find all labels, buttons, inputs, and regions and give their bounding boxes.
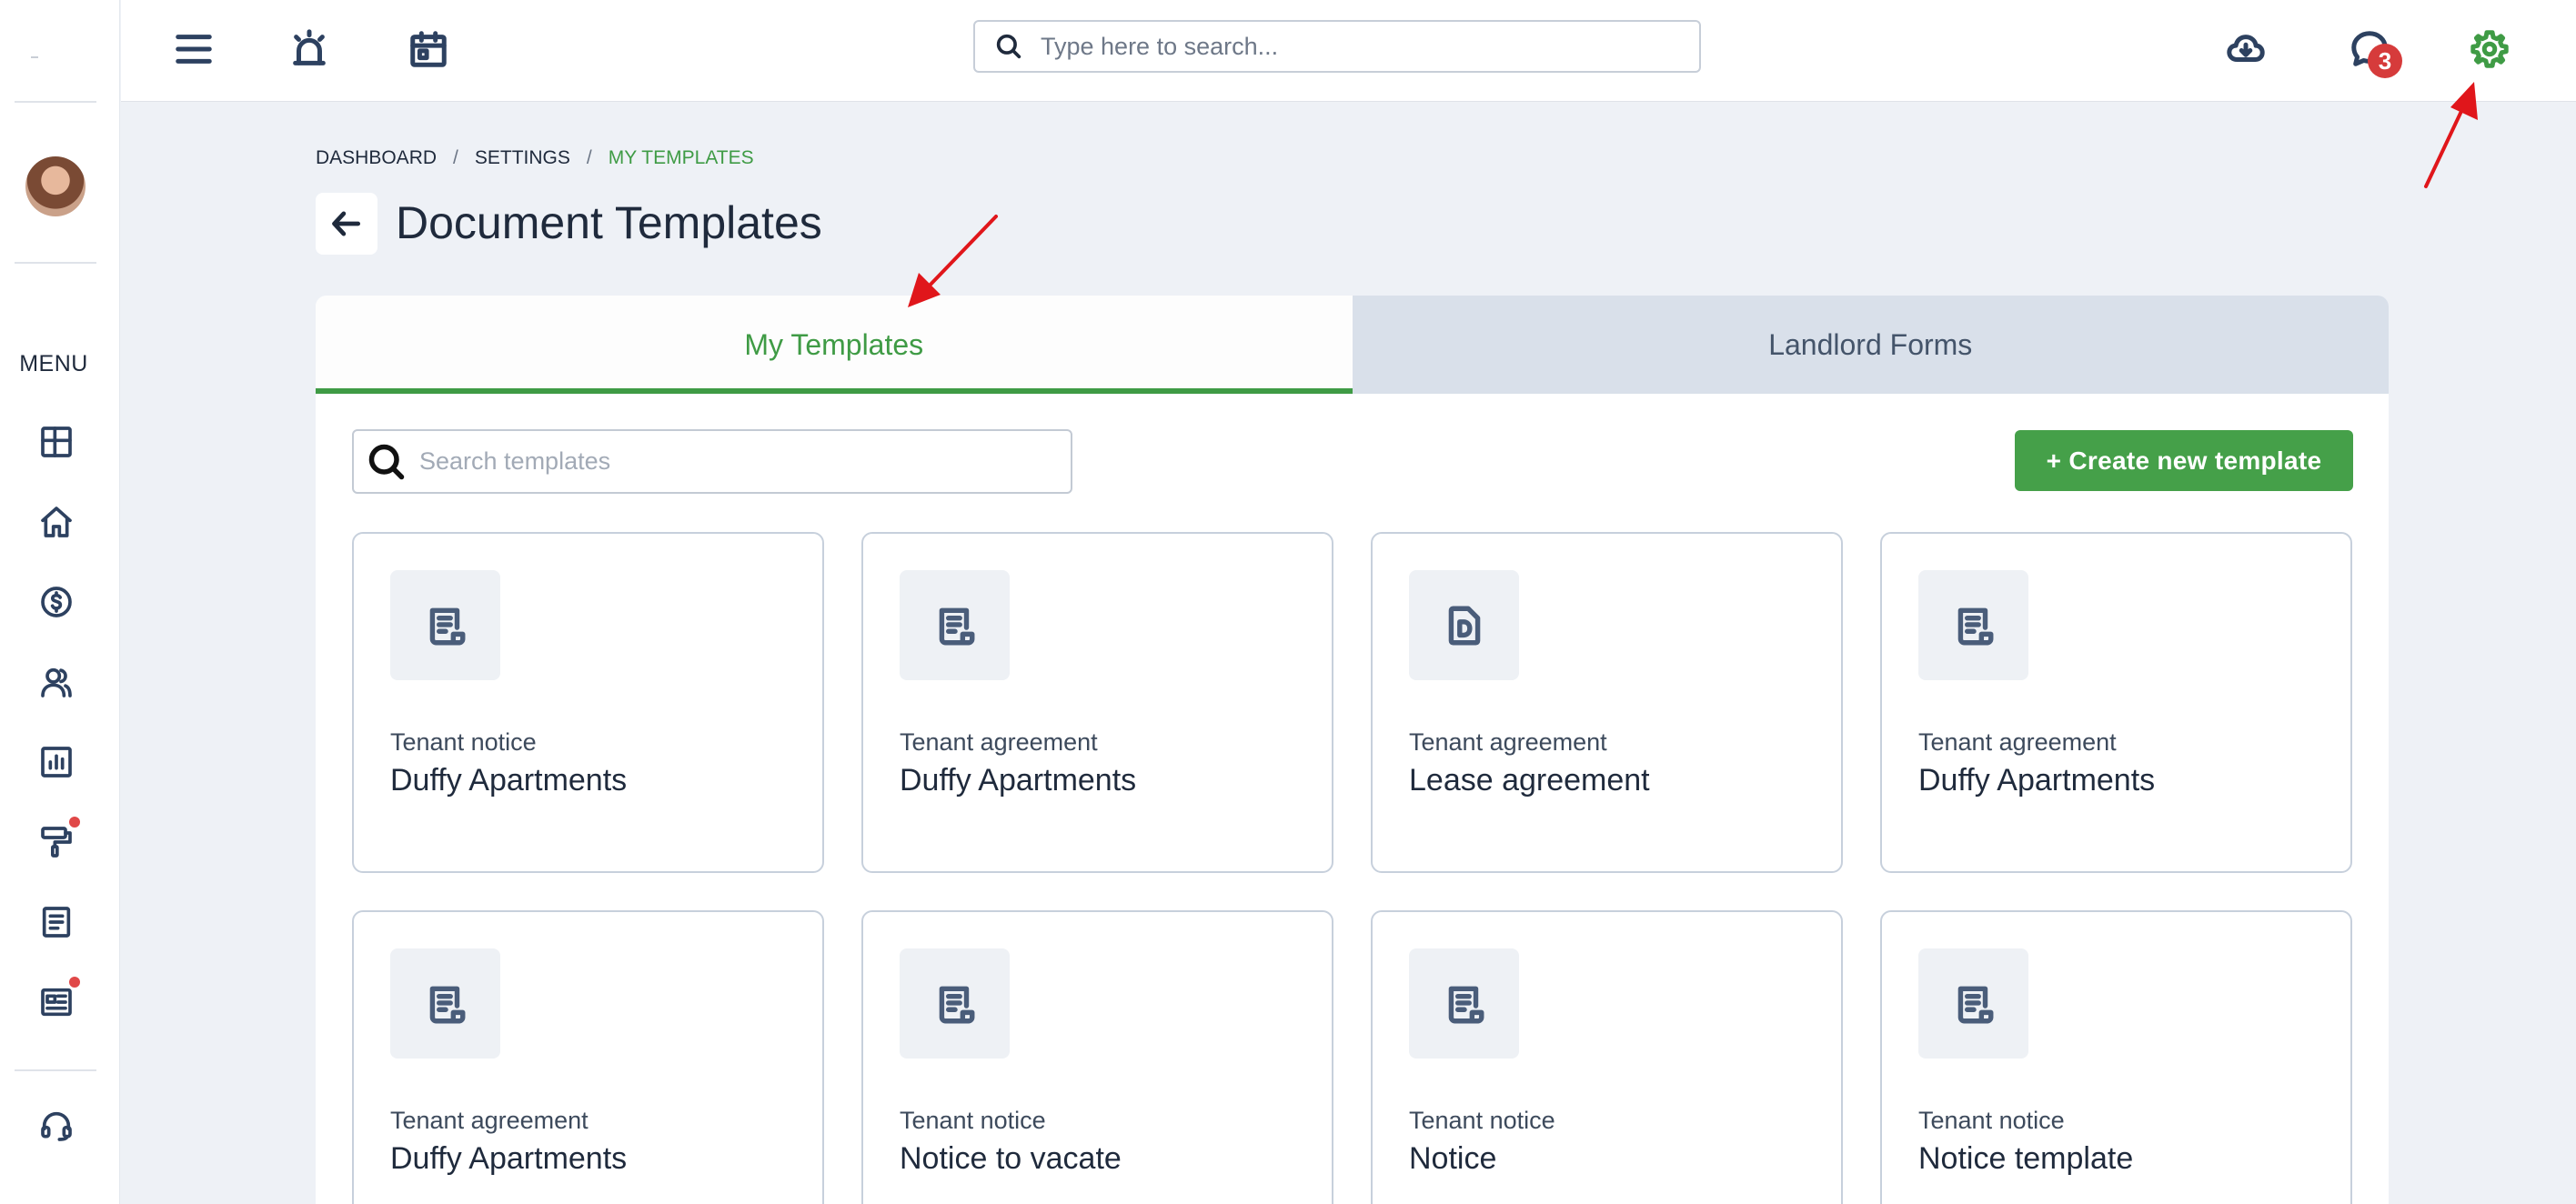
breadcrumb-my-templates: MY TEMPLATES	[608, 147, 754, 168]
sidebar-divider	[15, 101, 96, 103]
document-icon	[1918, 948, 2028, 1059]
search-icon	[368, 444, 405, 479]
template-name: Lease agreement	[1409, 763, 1650, 798]
document-icon	[390, 948, 500, 1059]
template-card[interactable]: Tenant notice Notice to vacate	[861, 910, 1333, 1204]
template-category: Tenant agreement	[1409, 728, 1607, 756]
template-name: Notice to vacate	[900, 1141, 1122, 1176]
global-search[interactable]	[973, 20, 1701, 73]
global-search-input[interactable]	[1041, 32, 1659, 61]
template-card[interactable]: Tenant notice Notice	[1371, 910, 1843, 1204]
template-name: Duffy Apartments	[900, 763, 1137, 798]
breadcrumb: DASHBOARD / SETTINGS / MY TEMPLATES	[316, 147, 754, 169]
headset-icon	[41, 1111, 72, 1141]
template-card[interactable]: Tenant agreement Duffy Apartments	[1880, 532, 2352, 873]
document-icon	[1918, 570, 2028, 680]
template-category: Tenant agreement	[900, 728, 1098, 756]
calendar-button[interactable]	[401, 22, 456, 76]
template-category: Tenant agreement	[1918, 728, 2117, 756]
pdf-document-icon	[1409, 570, 1519, 680]
breadcrumb-settings[interactable]: SETTINGS	[475, 147, 570, 169]
template-search[interactable]	[352, 429, 1072, 494]
tab-landlord-forms[interactable]: Landlord Forms	[1352, 296, 2389, 394]
template-category: Tenant notice	[1409, 1107, 1555, 1134]
template-name: Duffy Apartments	[1918, 763, 2156, 798]
breadcrumb-dashboard[interactable]: DASHBOARD	[316, 147, 437, 169]
template-name: Duffy Apartments	[390, 1141, 628, 1176]
siren-icon	[293, 29, 326, 65]
document-icon	[900, 948, 1010, 1059]
notification-dot	[69, 977, 80, 988]
download-button[interactable]	[2219, 22, 2273, 76]
avatar[interactable]	[25, 156, 86, 216]
sidebar-item-dashboard[interactable]	[36, 422, 76, 462]
notification-dot	[69, 817, 80, 828]
create-template-button[interactable]: + Create new template	[2015, 430, 2353, 491]
alerts-button[interactable]	[282, 22, 337, 76]
search-icon	[996, 34, 1021, 59]
reports-icon	[41, 747, 72, 778]
settings-button[interactable]	[2462, 22, 2517, 76]
template-category: Tenant notice	[900, 1107, 1046, 1134]
template-card[interactable]: Tenant agreement Lease agreement	[1371, 532, 1843, 873]
tab-bar: My Templates Landlord Forms	[316, 296, 2389, 394]
cloud-download-icon	[2227, 35, 2265, 62]
dollar-icon	[41, 587, 72, 617]
calendar-icon	[410, 31, 447, 67]
template-card[interactable]: Tenant notice Duffy Apartments	[352, 532, 824, 873]
sidebar-divider	[15, 262, 96, 264]
template-card[interactable]: Tenant agreement Duffy Apartments	[861, 532, 1333, 873]
sidebar-item-reports[interactable]	[36, 742, 76, 782]
breadcrumb-separator: /	[453, 147, 458, 168]
home-icon	[41, 507, 72, 537]
tab-my-templates[interactable]: My Templates	[316, 296, 1353, 394]
template-name: Notice	[1409, 1141, 1497, 1176]
back-button[interactable]	[316, 193, 377, 255]
template-category: Tenant notice	[390, 728, 537, 756]
templates-panel: My Templates Landlord Forms + Create new…	[316, 296, 2389, 1204]
messages-button[interactable]: 3	[2342, 22, 2402, 78]
paint-roller-icon	[41, 827, 72, 858]
template-category: Tenant notice	[1918, 1107, 2065, 1134]
template-card[interactable]: Tenant agreement Duffy Apartments	[352, 910, 824, 1204]
menu-label: MENU	[19, 351, 88, 376]
sidebar-divider	[15, 1069, 96, 1071]
document-icon	[42, 907, 71, 938]
sidebar-item-properties[interactable]	[36, 502, 76, 542]
template-name: Notice template	[1918, 1141, 2134, 1176]
dashboard-icon	[41, 426, 72, 457]
arrow-left-icon	[332, 211, 361, 236]
sidebar-item-listings[interactable]	[36, 977, 80, 1022]
template-search-input[interactable]	[419, 447, 1056, 476]
sidebar-item-support[interactable]	[36, 1106, 76, 1146]
template-name: Duffy Apartments	[390, 763, 628, 798]
sidebar: MENU	[0, 0, 120, 1204]
logo	[31, 56, 38, 58]
breadcrumb-separator: /	[586, 147, 592, 168]
document-icon	[1409, 948, 1519, 1059]
template-category: Tenant agreement	[390, 1107, 589, 1134]
sidebar-item-documents[interactable]	[36, 902, 76, 942]
document-icon	[900, 570, 1010, 680]
template-grid: Tenant notice Duffy Apartments Tenant ag…	[352, 532, 2353, 1204]
sidebar-item-payments[interactable]	[36, 582, 76, 622]
top-bar: 3	[121, 0, 2576, 102]
template-card[interactable]: Tenant notice Notice template	[1880, 910, 2352, 1204]
gear-icon	[2470, 30, 2509, 68]
page-title: Document Templates	[396, 197, 822, 248]
notification-badge: 3	[2368, 44, 2402, 78]
sidebar-item-people[interactable]	[36, 662, 76, 702]
newspaper-icon	[41, 988, 72, 1017]
hamburger-icon	[176, 35, 212, 64]
document-icon	[390, 570, 500, 680]
sidebar-item-maintenance[interactable]	[36, 817, 80, 862]
menu-toggle-button[interactable]	[166, 22, 221, 76]
users-icon	[41, 667, 72, 697]
